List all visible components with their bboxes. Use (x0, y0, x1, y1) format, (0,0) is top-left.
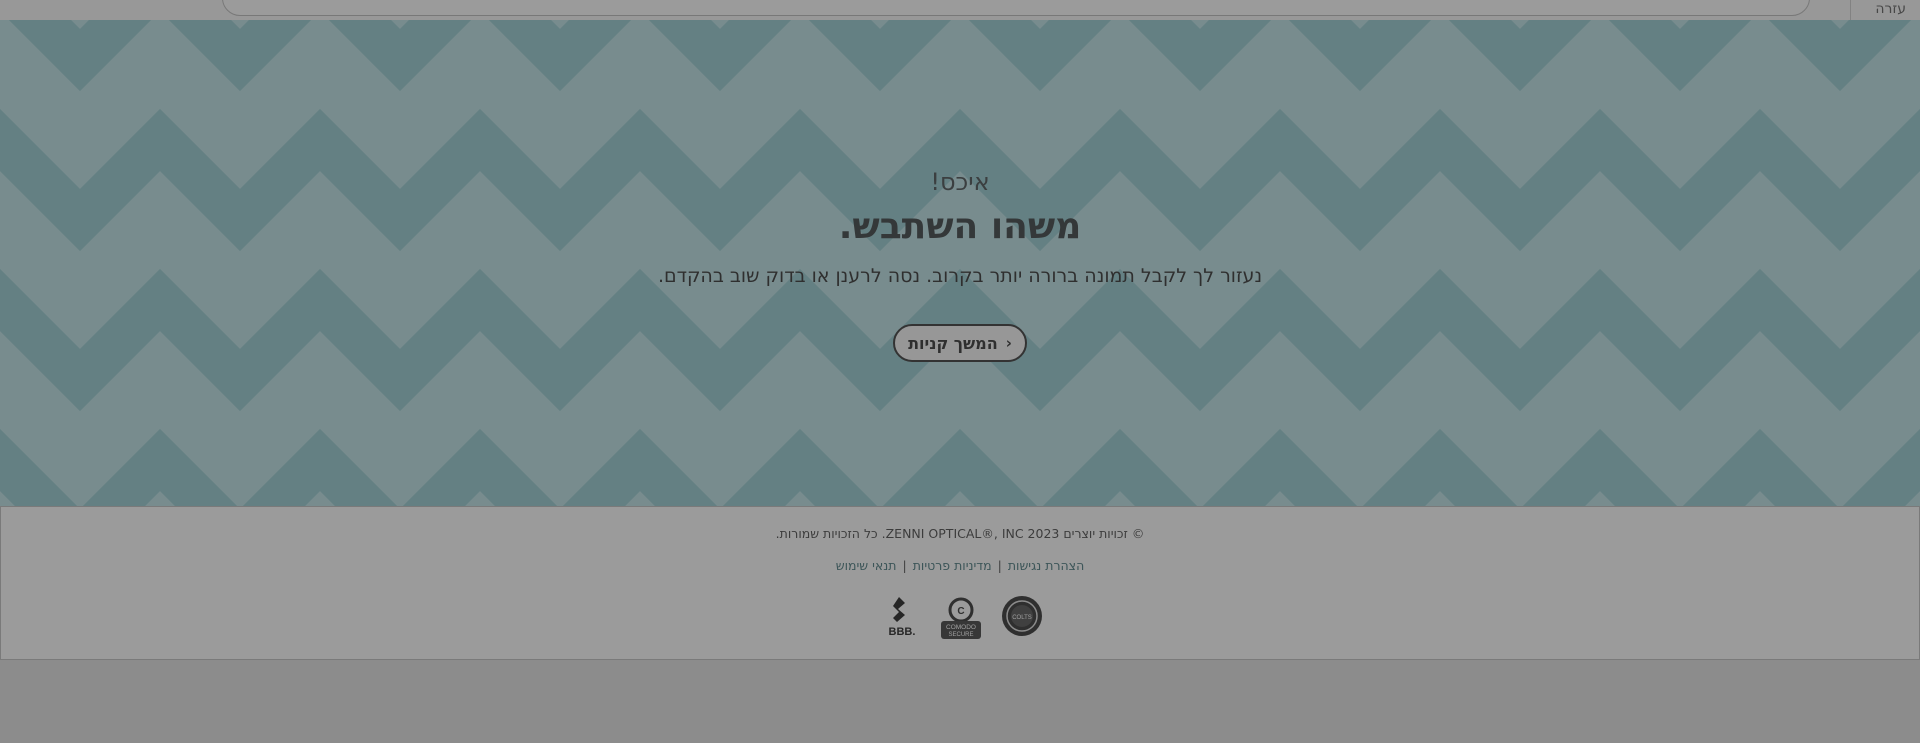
modal-backdrop[interactable] (0, 0, 1920, 743)
